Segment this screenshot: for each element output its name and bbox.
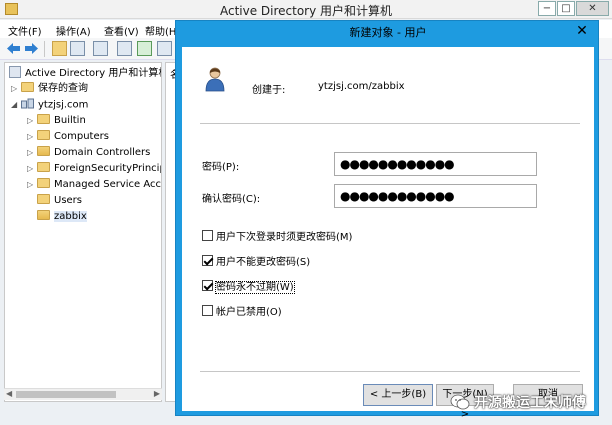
scroll-thumb[interactable]: [16, 391, 116, 398]
confirm-password-label: 确认密码(C):: [202, 194, 261, 205]
option-password-never-expires[interactable]: 密码永不过期(W): [202, 278, 295, 294]
refresh-icon[interactable]: [137, 41, 152, 56]
export-icon[interactable]: [157, 41, 172, 56]
new-user-dialog: 新建对象 - 用户 ✕ 创建于: ytzjsj.com/zabbix 密码(P)…: [175, 20, 599, 420]
domain-icon: [21, 98, 34, 109]
tree-item-label: 保存的查询: [38, 83, 88, 94]
tree-item[interactable]: zabbix: [27, 210, 87, 224]
tree-item-label: Computers: [54, 131, 109, 142]
back-button[interactable]: < 上一步(B): [363, 384, 433, 406]
tree-item-label: Builtin: [54, 115, 86, 126]
folder-icon: [37, 130, 50, 140]
wechat-icon: [450, 394, 470, 410]
tree-item-label: ForeignSecurityPrincipa: [54, 163, 162, 174]
forward-arrow-icon[interactable]: [24, 41, 39, 56]
folder-icon: [37, 162, 50, 172]
checkbox-account-disabled[interactable]: [202, 305, 213, 316]
up-folder-icon[interactable]: [52, 41, 67, 56]
back-arrow-icon[interactable]: [6, 41, 21, 56]
ou-icon: [37, 146, 50, 156]
divider: [200, 123, 580, 124]
expand-arrow-icon[interactable]: ▷: [27, 178, 35, 192]
password-label: 密码(P):: [202, 162, 240, 173]
expand-arrow-icon[interactable]: ▷: [27, 162, 35, 176]
tree-horizontal-scrollbar[interactable]: ◀ ▶: [4, 388, 162, 400]
option-must-change-password[interactable]: 用户下次登录时须更改密码(M): [202, 228, 352, 243]
tree-item[interactable]: ▷ Managed Service Acco: [27, 178, 162, 192]
tree-item[interactable]: ▷ Domain Controllers: [27, 146, 150, 160]
tree-item[interactable]: ◢ ytzjsj.com: [11, 98, 88, 112]
expand-arrow-icon[interactable]: ▷: [27, 146, 35, 160]
expand-arrow-icon[interactable]: ▷: [27, 114, 35, 128]
user-icon: [205, 67, 225, 92]
menu-help[interactable]: 帮助(H: [145, 23, 176, 38]
folder-icon: [21, 82, 34, 92]
expand-arrow-icon[interactable]: ▷: [27, 130, 35, 144]
mmc-titlebar: Active Directory 用户和计算机 − □ ✕: [0, 0, 612, 19]
dialog-close-button[interactable]: ✕: [568, 21, 596, 41]
console-tree-icon[interactable]: [70, 41, 85, 56]
properties-icon[interactable]: [93, 41, 108, 56]
menu-file[interactable]: 文件(F): [8, 23, 42, 38]
mmc-title: Active Directory 用户和计算机: [219, 4, 393, 18]
folder-icon: [37, 194, 50, 204]
tree-item-label: Users: [54, 195, 83, 206]
confirm-password-field[interactable]: ●●●●●●●●●●●●: [334, 184, 537, 208]
option-cannot-change-password[interactable]: 用户不能更改密码(S): [202, 253, 310, 268]
tree-item-label: ytzjsj.com: [38, 99, 89, 111]
menu-action[interactable]: 操作(A): [56, 23, 91, 38]
checkbox-must-change-password[interactable]: [202, 230, 213, 241]
tree-item-label: zabbix: [54, 211, 87, 222]
watermark: 开源搬运工宋师傅: [450, 390, 608, 414]
dialog-body: 创建于: ytzjsj.com/zabbix 密码(P): ●●●●●●●●●●…: [182, 47, 594, 420]
scroll-right-icon[interactable]: ▶: [154, 389, 160, 398]
ad-console-icon: [9, 66, 21, 78]
divider: [200, 371, 580, 372]
checkbox-cannot-change-password[interactable]: [202, 255, 213, 266]
dialog-title: 新建对象 - 用户: [349, 26, 427, 39]
create-in-value: ytzjsj.com/zabbix: [318, 81, 405, 92]
option-account-disabled[interactable]: 帐户已禁用(O): [202, 303, 282, 318]
menu-view[interactable]: 查看(V): [104, 23, 139, 38]
ou-icon: [37, 210, 50, 220]
list-view-icon[interactable]: [117, 41, 132, 56]
tree-item-label: Managed Service Acco: [54, 179, 162, 190]
expand-arrow-icon[interactable]: ▷: [11, 82, 19, 96]
watermark-text: 开源搬运工宋师傅: [474, 395, 586, 411]
toolbar-separator: [44, 41, 45, 57]
expand-arrow-icon[interactable]: ◢: [11, 98, 19, 112]
tree-item[interactable]: ▷ Computers: [27, 130, 109, 144]
tree-item[interactable]: ▷ Builtin: [27, 114, 86, 128]
tree-item-label: Domain Controllers: [54, 147, 151, 158]
console-tree: Active Directory 用户和计算机 ▷ 保存的查询 ◢ ytzjsj.co…: [4, 62, 162, 402]
create-in-label: 创建于:: [252, 85, 286, 96]
password-field[interactable]: ●●●●●●●●●●●●: [334, 152, 537, 176]
folder-icon: [37, 114, 50, 124]
scroll-left-icon[interactable]: ◀: [6, 389, 12, 398]
tree-root[interactable]: Active Directory 用户和计算机: [9, 66, 161, 80]
maximize-button[interactable]: □: [557, 1, 575, 16]
tree-item[interactable]: Users: [27, 194, 82, 208]
checkbox-password-never-expires[interactable]: [202, 280, 213, 291]
minimize-button[interactable]: −: [538, 1, 556, 16]
tree-item[interactable]: ▷ ForeignSecurityPrincipa: [27, 162, 162, 176]
close-button[interactable]: ✕: [576, 1, 609, 16]
tree-item[interactable]: ▷ 保存的查询: [11, 82, 88, 96]
folder-icon: [37, 178, 50, 188]
